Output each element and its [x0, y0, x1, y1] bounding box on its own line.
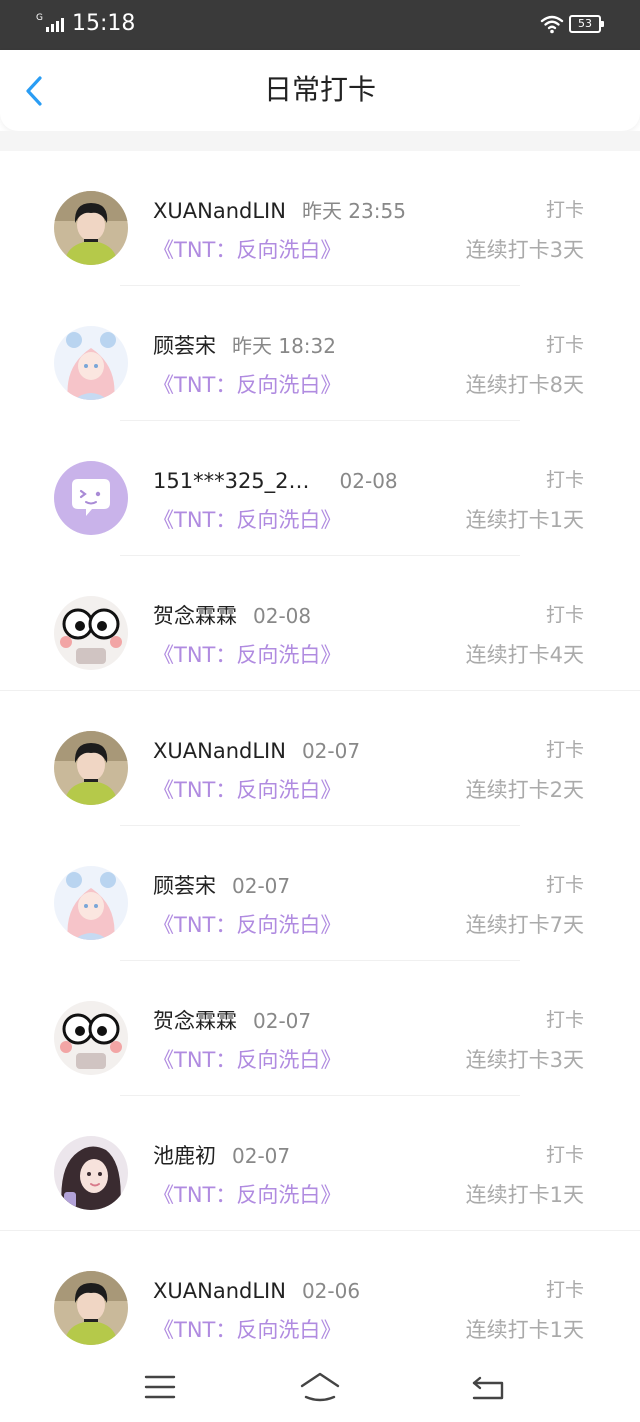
checkin-tag: 打卡 [545, 1144, 584, 1166]
checkin-tag: 打卡 [545, 469, 584, 491]
checkin-tag: 打卡 [545, 334, 584, 356]
user-name: 151***325_2… 02-08 [153, 467, 398, 495]
streak-count: 连续打卡2天 [465, 778, 584, 802]
streak-count: 连续打卡4天 [465, 643, 584, 667]
book-title[interactable]: 《TNT：反向洗白》 [153, 1180, 341, 1210]
checkin-item[interactable]: XUANandLIN 02-07 《TNT：反向洗白》 打卡 连续打卡2天 [0, 691, 640, 826]
user-avatar[interactable] [54, 596, 128, 670]
checkin-list: XUANandLIN 昨天 23:55 《TNT：反向洗白》 打卡 连续打卡3天 … [0, 151, 640, 1366]
status-bar: G 15:18 53 [0, 0, 640, 50]
checkin-time: 02-08 [253, 604, 312, 628]
checkin-tag: 打卡 [545, 199, 584, 221]
checkin-item[interactable]: 顾荟宋 02-07 《TNT：反向洗白》 打卡 连续打卡7天 [0, 826, 640, 961]
book-title[interactable]: 《TNT：反向洗白》 [153, 1045, 341, 1075]
user-name: 池鹿初 02-07 [153, 1142, 290, 1170]
user-avatar[interactable] [54, 326, 128, 400]
streak-count: 连续打卡8天 [465, 373, 584, 397]
book-title[interactable]: 《TNT：反向洗白》 [153, 640, 341, 670]
section-gap [0, 131, 640, 151]
checkin-item[interactable]: 池鹿初 02-07 《TNT：反向洗白》 打卡 连续打卡1天 [0, 1096, 640, 1231]
top-navigation-bar: 日常打卡 [0, 50, 640, 131]
network-type: G [36, 13, 43, 23]
checkin-item[interactable]: XUANandLIN 02-06 《TNT：反向洗白》 打卡 连续打卡1天 [0, 1231, 640, 1366]
signal-icon: G [36, 13, 64, 32]
book-title[interactable]: 《TNT：反向洗白》 [153, 910, 341, 940]
streak-count: 连续打卡1天 [465, 1183, 584, 1207]
system-navigation-bar [0, 1352, 640, 1422]
user-avatar[interactable] [54, 866, 128, 940]
user-avatar[interactable] [54, 191, 128, 265]
user-name-text: 贺念霖霖 [153, 1009, 237, 1033]
streak-count: 连续打卡3天 [465, 238, 584, 262]
checkin-time: 02-07 [301, 739, 361, 763]
streak-count: 连续打卡3天 [465, 1048, 584, 1072]
checkin-time: 02-08 [339, 469, 398, 493]
book-title[interactable]: 《TNT：反向洗白》 [153, 1315, 341, 1345]
user-name: XUANandLIN 02-07 [153, 737, 360, 765]
checkin-item[interactable]: 顾荟宋 昨天 18:32 《TNT：反向洗白》 打卡 连续打卡8天 [0, 286, 640, 421]
user-name-text: 顾荟宋 [153, 334, 216, 358]
return-icon[interactable] [466, 1370, 510, 1404]
checkin-time: 昨天 23:55 [301, 199, 406, 223]
user-name: XUANandLIN 02-06 [153, 1277, 360, 1305]
checkin-time: 02-06 [301, 1279, 361, 1303]
checkin-tag: 打卡 [545, 739, 584, 761]
wifi-icon [540, 15, 564, 34]
user-name: XUANandLIN 昨天 23:55 [153, 197, 406, 225]
user-avatar[interactable] [54, 1136, 128, 1210]
user-name-text: 池鹿初 [153, 1144, 216, 1168]
user-name-text: XUANandLIN [153, 739, 286, 763]
user-avatar[interactable] [54, 461, 128, 535]
checkin-tag: 打卡 [545, 604, 584, 626]
user-name-text: 151***325_2… [153, 469, 310, 493]
status-time: 15:18 [72, 11, 136, 36]
checkin-time: 02-07 [232, 874, 291, 898]
checkin-item[interactable]: 贺念霖霖 02-08 《TNT：反向洗白》 打卡 连续打卡4天 [0, 556, 640, 691]
user-avatar[interactable] [54, 731, 128, 805]
checkin-item[interactable]: 151***325_2… 02-08 《TNT：反向洗白》 打卡 连续打卡1天 [0, 421, 640, 556]
user-name-text: XUANandLIN [153, 1279, 286, 1303]
checkin-time: 02-07 [253, 1009, 312, 1033]
book-title[interactable]: 《TNT：反向洗白》 [153, 505, 341, 535]
user-avatar[interactable] [54, 1271, 128, 1345]
book-title[interactable]: 《TNT：反向洗白》 [153, 370, 341, 400]
battery-indicator: 53 [569, 15, 604, 33]
streak-count: 连续打卡1天 [465, 508, 584, 532]
menu-icon[interactable] [138, 1370, 182, 1404]
checkin-time: 昨天 18:32 [232, 334, 336, 358]
streak-count: 连续打卡1天 [465, 1318, 584, 1342]
checkin-tag: 打卡 [545, 874, 584, 896]
checkin-tag: 打卡 [545, 1279, 584, 1301]
user-avatar[interactable] [54, 1001, 128, 1075]
checkin-item[interactable]: XUANandLIN 昨天 23:55 《TNT：反向洗白》 打卡 连续打卡3天 [0, 151, 640, 286]
home-icon[interactable] [298, 1370, 342, 1404]
user-name: 贺念霖霖 02-08 [153, 602, 311, 630]
user-name-text: XUANandLIN [153, 199, 286, 223]
checkin-time: 02-07 [232, 1144, 291, 1168]
book-title[interactable]: 《TNT：反向洗白》 [153, 775, 341, 805]
book-title[interactable]: 《TNT：反向洗白》 [153, 235, 341, 265]
page-title: 日常打卡 [263, 73, 376, 106]
user-name-text: 贺念霖霖 [153, 604, 237, 628]
checkin-item[interactable]: 贺念霖霖 02-07 《TNT：反向洗白》 打卡 连续打卡3天 [0, 961, 640, 1096]
user-name: 顾荟宋 昨天 18:32 [153, 332, 336, 360]
checkin-tag: 打卡 [545, 1009, 584, 1031]
user-name: 顾荟宋 02-07 [153, 872, 290, 900]
user-name: 贺念霖霖 02-07 [153, 1007, 311, 1035]
user-name-text: 顾荟宋 [153, 874, 216, 898]
streak-count: 连续打卡7天 [465, 913, 584, 937]
